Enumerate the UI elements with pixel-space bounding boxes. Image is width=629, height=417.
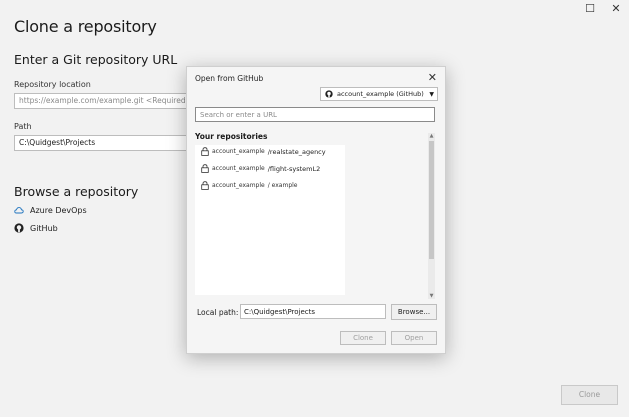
- local-path-value: C:\Quidgest\Projects: [244, 308, 316, 316]
- repository-scrollbar[interactable]: ▲ ▼: [428, 133, 435, 299]
- open-from-github-dialog: Open from GitHub ✕ account_example (GitH…: [186, 66, 446, 354]
- lock-icon: [201, 164, 209, 173]
- url-section-heading: Enter a Git repository URL: [14, 52, 178, 67]
- github-icon: [14, 223, 24, 233]
- browse-item-github[interactable]: GitHub: [14, 223, 58, 233]
- repository-name: / example: [267, 182, 298, 189]
- search-placeholder: Search or enter a URL: [200, 111, 277, 119]
- repository-owner: account_example: [212, 148, 265, 155]
- cloud-icon: [14, 207, 24, 214]
- scrollbar-thumb[interactable]: [429, 141, 434, 259]
- repository-name: /realstate_agency: [267, 147, 326, 156]
- repo-location-label: Repository location: [14, 80, 91, 89]
- repository-owner: account_example: [212, 165, 265, 172]
- local-path-input[interactable]: C:\Quidgest\Projects: [240, 304, 386, 319]
- path-label: Path: [14, 122, 32, 131]
- account-selector-value: account_example (GitHub): [337, 90, 424, 98]
- dialog-title: Open from GitHub: [195, 74, 264, 83]
- window-title: Clone a repository: [14, 17, 157, 36]
- window-controls: ☐ ✕: [583, 2, 623, 15]
- local-path-label: Local path:: [197, 308, 239, 317]
- chevron-down-icon: ▼: [429, 90, 434, 98]
- repository-item[interactable]: account_example /realstate_agency: [201, 147, 326, 156]
- path-input[interactable]: C:\Quidgest\Projects: [14, 135, 200, 151]
- account-selector[interactable]: account_example (GitHub) ▼: [320, 87, 438, 101]
- browse-button[interactable]: Browse...: [391, 304, 437, 320]
- browse-item-label: GitHub: [30, 223, 58, 233]
- dialog-clone-button[interactable]: Clone: [340, 331, 386, 345]
- close-icon[interactable]: ✕: [428, 71, 437, 84]
- lock-icon: [201, 147, 209, 156]
- maximize-button[interactable]: ☐: [583, 2, 597, 15]
- close-window-button[interactable]: ✕: [609, 2, 623, 15]
- browse-item-azure-devops[interactable]: Azure DevOps: [14, 205, 87, 215]
- clone-button[interactable]: Clone: [561, 385, 618, 405]
- browse-item-label: Azure DevOps: [30, 205, 87, 215]
- repo-location-placeholder: https://example.com/example.git <Require…: [19, 96, 192, 105]
- lock-icon: [201, 181, 209, 190]
- repository-name: /flight-systemL2: [267, 164, 321, 173]
- repositories-heading: Your repositories: [195, 132, 268, 141]
- browse-section-heading: Browse a repository: [14, 184, 139, 199]
- scroll-up-icon[interactable]: ▲: [428, 133, 435, 139]
- repository-item[interactable]: account_example /flight-systemL2: [201, 164, 320, 173]
- dialog-open-button[interactable]: Open: [391, 331, 437, 345]
- repository-owner: account_example: [212, 182, 265, 189]
- repo-location-input[interactable]: https://example.com/example.git <Require…: [14, 93, 200, 109]
- github-icon: [325, 90, 333, 98]
- path-value: C:\Quidgest\Projects: [19, 138, 96, 147]
- repository-item[interactable]: account_example / example: [201, 181, 298, 190]
- scroll-down-icon[interactable]: ▼: [428, 293, 435, 299]
- search-input[interactable]: Search or enter a URL: [195, 107, 435, 122]
